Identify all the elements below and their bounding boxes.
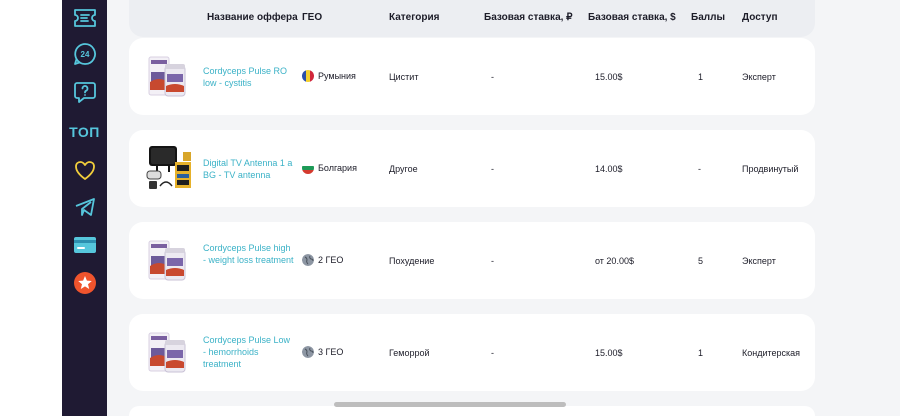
category-cell: Цистит xyxy=(389,72,419,82)
rate-rub-cell: - xyxy=(491,348,494,358)
offers-content: Название оффера ГЕО Категория Базовая ст… xyxy=(107,0,900,416)
access-cell: Эксперт xyxy=(742,256,776,266)
geo-label: Болгария xyxy=(318,163,357,173)
rate-rub-cell: - xyxy=(491,256,494,266)
points-cell: 1 xyxy=(698,72,704,82)
support-24-7-icon[interactable]: 24 xyxy=(62,39,107,69)
points-cell: 5 xyxy=(698,256,704,266)
geo-label: Румыния xyxy=(318,71,356,81)
payment-card-icon[interactable] xyxy=(62,230,107,260)
rate-usd-cell: 14.00$ xyxy=(595,164,623,174)
table-header: Название оффера ГЕО Категория Базовая ст… xyxy=(129,0,815,37)
header-category: Категория xyxy=(389,12,440,23)
category-cell: Похудение xyxy=(389,256,435,266)
points-cell: 1 xyxy=(698,348,704,358)
access-cell: Продвинутый xyxy=(742,164,799,174)
offer-name-link[interactable]: Cordyceps Pulse Low - hemorrhoids treatm… xyxy=(203,334,295,370)
top-label: ТОП xyxy=(69,124,100,140)
category-cell: Другое xyxy=(389,164,418,174)
offer-name-link[interactable]: Cordyceps Pulse RO low - cystitis xyxy=(203,65,295,89)
heart-icon[interactable] xyxy=(62,155,107,185)
rate-usd-cell: 15.00$ xyxy=(595,72,623,82)
table-row[interactable]: Cordyceps Pulse RO low - cystitis Румыни… xyxy=(129,38,815,115)
help-question-icon[interactable] xyxy=(62,77,107,107)
geo-cell: Болгария xyxy=(302,162,357,174)
header-access: Доступ xyxy=(742,12,778,23)
header-base-rate-rub: Базовая ставка, ₽ xyxy=(484,12,573,23)
cordyceps-product-image xyxy=(143,236,195,286)
header-points: Баллы xyxy=(691,12,725,23)
header-base-rate-usd: Базовая ставка, $ xyxy=(588,12,676,23)
rate-usd-cell: от 20.00$ xyxy=(595,256,634,266)
telegram-icon[interactable] xyxy=(62,192,107,222)
geo-label: 3 ГЕО xyxy=(318,347,344,357)
rate-rub-cell: - xyxy=(491,164,494,174)
geo-label: 2 ГЕО xyxy=(318,255,344,265)
cordyceps-product-image xyxy=(143,52,195,102)
romania-flag-icon xyxy=(302,70,314,82)
cordyceps-product-image xyxy=(143,328,195,378)
table-row[interactable]: Cordyceps Pulse high - weight loss treat… xyxy=(129,222,815,299)
top-icon[interactable]: ТОП xyxy=(62,117,107,147)
sidebar: 24 ТОП xyxy=(62,0,107,416)
star-badge-icon[interactable] xyxy=(62,268,107,298)
tv-antenna-product-image xyxy=(143,144,195,194)
header-geo: ГЕО xyxy=(302,12,323,23)
globe-icon xyxy=(302,346,314,358)
access-cell: Кондитерская xyxy=(742,348,801,358)
offer-name-link[interactable]: Cordyceps Pulse high - weight loss treat… xyxy=(203,242,295,266)
category-cell: Геморрой xyxy=(389,348,430,358)
rate-rub-cell: - xyxy=(491,72,494,82)
geo-cell: 3 ГЕО xyxy=(302,346,343,358)
geo-cell: Румыния xyxy=(302,70,356,82)
horizontal-scrollbar[interactable] xyxy=(334,402,566,407)
points-cell: - xyxy=(698,164,701,174)
svg-text:24: 24 xyxy=(80,50,89,59)
table-row[interactable]: Digital TV Antenna 1 a BG - TV antenna Б… xyxy=(129,130,815,207)
geo-cell: 2 ГЕО xyxy=(302,254,343,266)
table-row[interactable] xyxy=(129,406,815,416)
header-offer-name: Название оффера xyxy=(207,12,298,23)
ticket-icon[interactable] xyxy=(62,3,107,33)
table-row[interactable]: Cordyceps Pulse Low - hemorrhoids treatm… xyxy=(129,314,815,391)
rate-usd-cell: 15.00$ xyxy=(595,348,623,358)
access-cell: Эксперт xyxy=(742,72,776,82)
bulgaria-flag-icon xyxy=(302,162,314,174)
offer-name-link[interactable]: Digital TV Antenna 1 a BG - TV antenna xyxy=(203,157,295,181)
globe-icon xyxy=(302,254,314,266)
